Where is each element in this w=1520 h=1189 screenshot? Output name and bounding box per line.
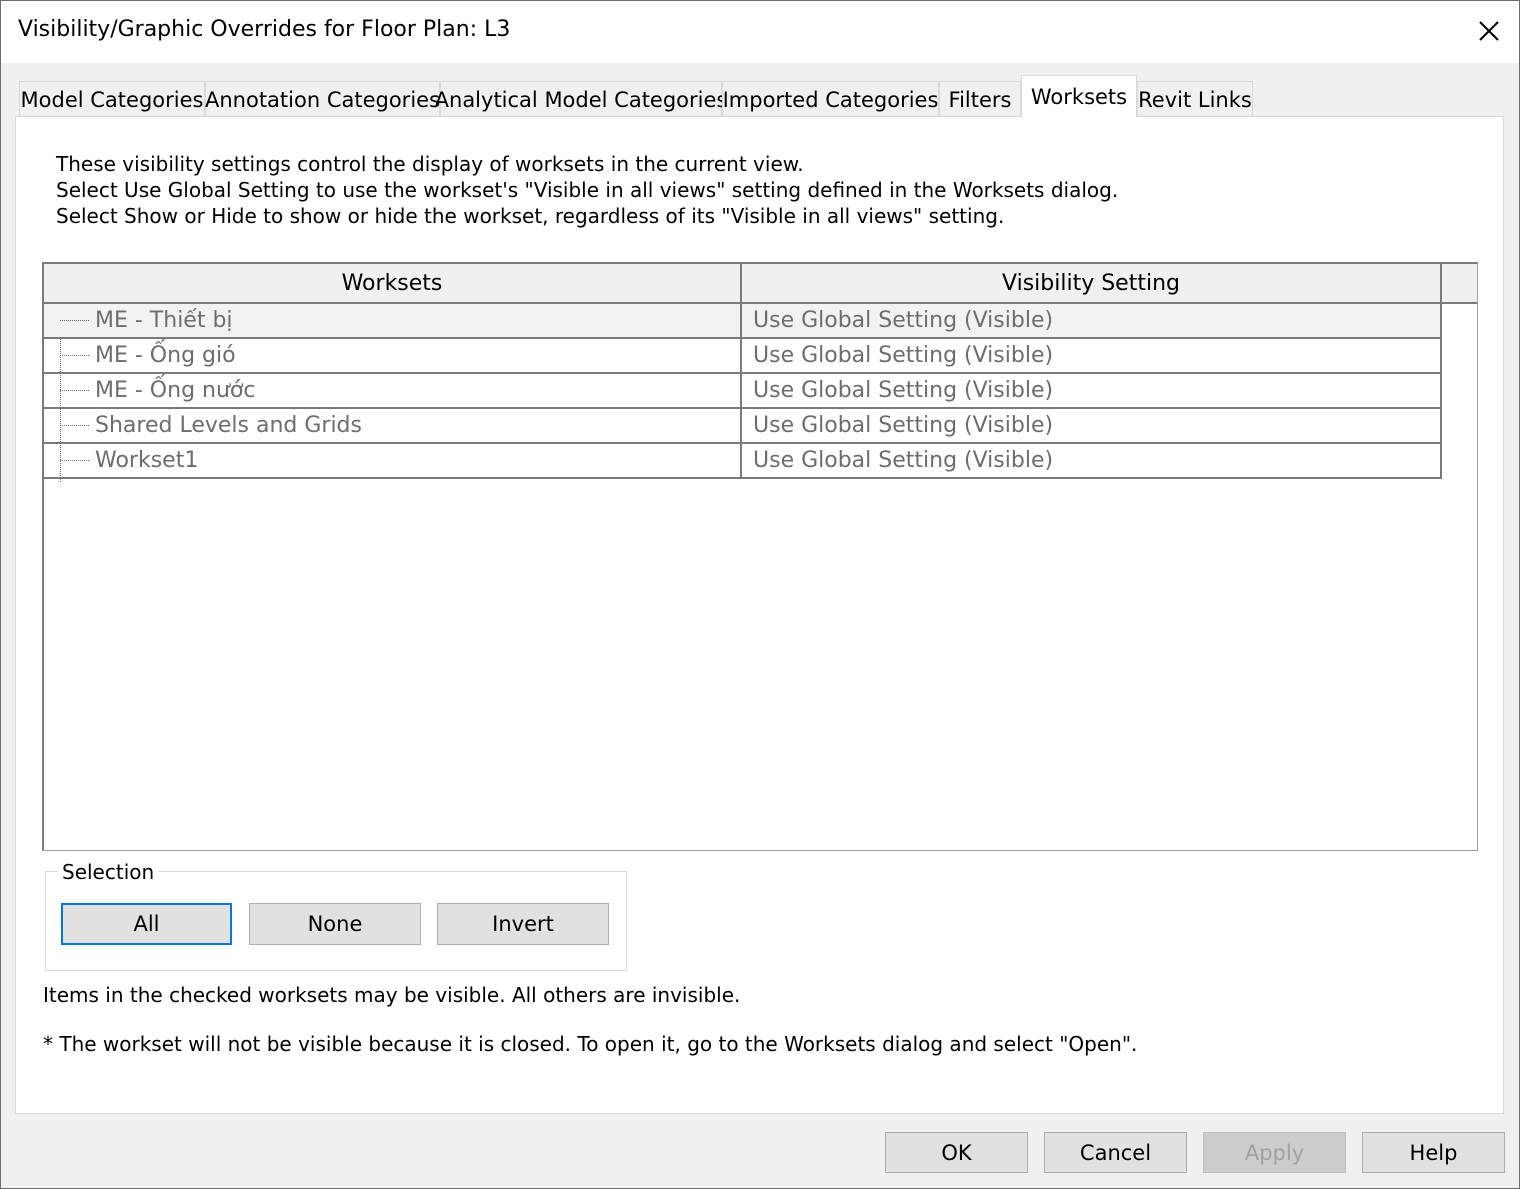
visibility-setting[interactable]: Use Global Setting (Visible) [742,304,1442,337]
select-none-button[interactable]: None [249,903,421,945]
invert-selection-button[interactable]: Invert [437,903,609,945]
workset-name: ME - Ống nước [44,374,742,407]
tab-imported-categories[interactable]: Imported Categories [722,81,939,117]
grid-header: Worksets Visibility Setting [44,264,1477,304]
description: These visibility settings control the di… [56,151,1118,229]
header-worksets[interactable]: Worksets [44,264,742,302]
select-all-button[interactable]: All [61,903,232,945]
selection-legend: Selection [58,860,159,884]
dialog-window: Visibility/Graphic Overrides for Floor P… [0,0,1520,1189]
closed-workset-note: * The workset will not be visible becaus… [43,1032,1138,1056]
table-row[interactable]: ME - Thiết bị Use Global Setting (Visibl… [44,304,1442,339]
workset-name: ME - Ống gió [44,339,742,372]
visibility-setting[interactable]: Use Global Setting (Visible) [742,374,1442,407]
tab-model-categories[interactable]: Model Categories [19,81,205,117]
cancel-button[interactable]: Cancel [1044,1132,1187,1173]
description-line-1: These visibility settings control the di… [56,152,804,176]
help-button[interactable]: Help [1362,1132,1505,1173]
workset-name: ME - Thiết bị [44,304,742,337]
table-row[interactable]: Workset1 Use Global Setting (Visible) [44,444,1442,479]
worksets-panel: These visibility settings control the di… [15,116,1504,1114]
description-line-2: Select Use Global Setting to use the wor… [56,178,1119,202]
visibility-setting[interactable]: Use Global Setting (Visible) [742,409,1442,442]
tab-filters[interactable]: Filters [939,81,1021,117]
checked-worksets-note: Items in the checked worksets may be vis… [43,983,741,1007]
visibility-setting[interactable]: Use Global Setting (Visible) [742,444,1442,477]
dialog-title: Visibility/Graphic Overrides for Floor P… [18,17,511,42]
tab-analytical-model-categories[interactable]: Analytical Model Categories [435,81,727,117]
tab-annotation-categories[interactable]: Annotation Categories [205,81,440,117]
tab-worksets[interactable]: Worksets [1021,75,1137,117]
visibility-setting[interactable]: Use Global Setting (Visible) [742,339,1442,372]
ok-button[interactable]: OK [885,1132,1028,1173]
worksets-grid: Worksets Visibility Setting ME - Thiết b… [42,262,1478,851]
selection-group: Selection All None Invert [45,860,627,971]
title-bar: Visibility/Graphic Overrides for Floor P… [1,1,1519,63]
workset-name: Shared Levels and Grids [44,409,742,442]
close-icon [1479,21,1499,41]
table-row[interactable]: ME - Ống nước Use Global Setting (Visibl… [44,374,1442,409]
header-visibility-setting[interactable]: Visibility Setting [742,264,1442,302]
apply-button[interactable]: Apply [1203,1132,1346,1173]
close-button[interactable] [1463,9,1515,53]
table-row[interactable]: ME - Ống gió Use Global Setting (Visible… [44,339,1442,374]
table-row[interactable]: Shared Levels and Grids Use Global Setti… [44,409,1442,444]
workset-name: Workset1 [44,444,742,477]
tab-revit-links[interactable]: Revit Links [1137,81,1253,117]
description-line-3: Select Show or Hide to show or hide the … [56,204,1005,228]
